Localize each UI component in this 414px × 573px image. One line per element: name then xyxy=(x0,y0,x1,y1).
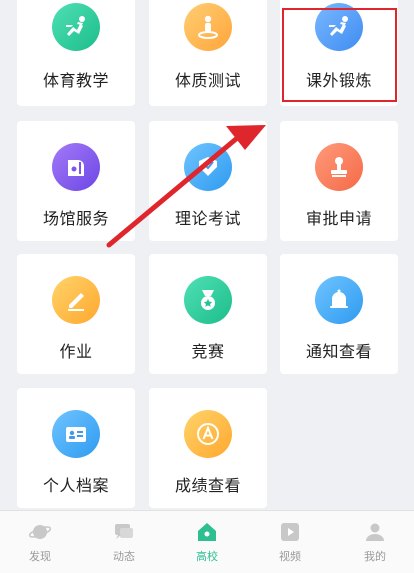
annotation-arrow xyxy=(106,125,266,248)
tab-discover[interactable]: 发现 xyxy=(10,519,70,564)
chat-icon xyxy=(111,519,137,545)
play-icon xyxy=(277,519,303,545)
user-icon xyxy=(362,519,388,545)
home-icon xyxy=(194,519,220,545)
bottom-tab-bar: 发现 动态 高校 视频 我的 xyxy=(0,510,414,573)
tab-activity[interactable]: 动态 xyxy=(94,519,154,564)
tab-university[interactable]: 高校 xyxy=(177,519,237,564)
tab-video[interactable]: 视频 xyxy=(260,519,320,564)
planet-icon xyxy=(27,519,53,545)
tab-me[interactable]: 我的 xyxy=(345,519,405,564)
